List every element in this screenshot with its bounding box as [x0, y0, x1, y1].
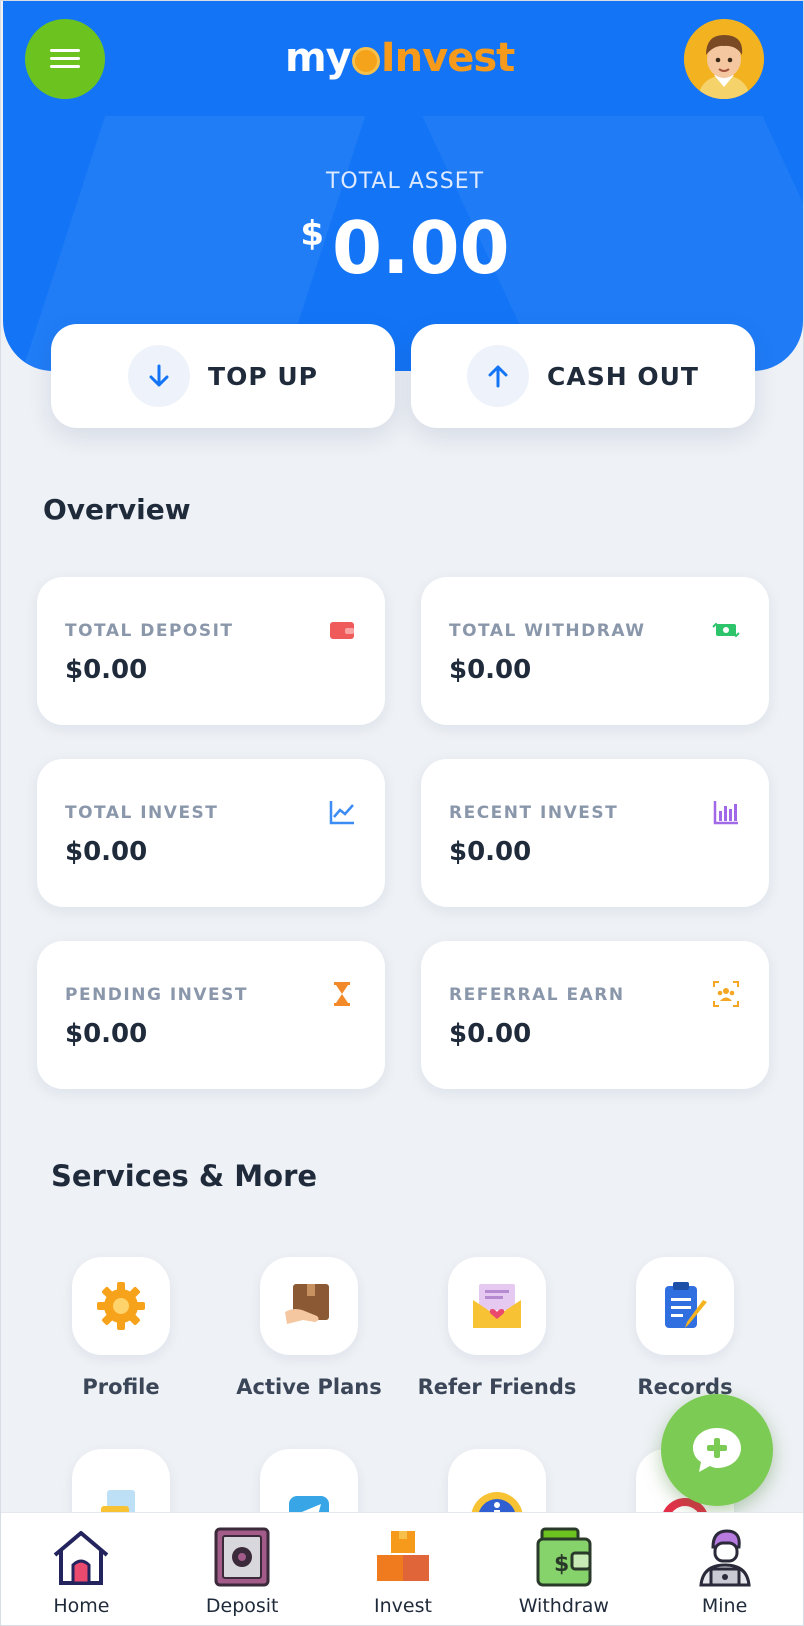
card-title: TOTAL DEPOSIT — [65, 621, 234, 641]
nav-withdraw[interactable]: $ Withdraw — [483, 1513, 644, 1625]
nav-label: Withdraw — [518, 1595, 609, 1617]
header: my Invest TOTAL ASSET $0.00 — [3, 1, 803, 371]
card-value: $0.00 — [65, 1019, 148, 1049]
logo-invest: Invest — [380, 35, 515, 81]
avatar[interactable] — [684, 19, 764, 99]
service-label: Profile — [82, 1375, 160, 1399]
clipboard-icon — [636, 1257, 734, 1355]
chat-button[interactable] — [661, 1394, 773, 1506]
services-title: Services & More — [51, 1159, 318, 1193]
arrow-up-icon — [467, 345, 530, 407]
top-up-label: TOP UP — [208, 361, 318, 391]
menu-button[interactable] — [25, 19, 105, 99]
nav-home[interactable]: Home — [1, 1513, 162, 1625]
team-icon — [713, 981, 739, 1007]
service-profile[interactable]: Profile — [31, 1257, 211, 1399]
coin-icon — [351, 47, 380, 75]
package-icon — [260, 1257, 358, 1355]
service-label: Records — [637, 1375, 733, 1399]
bar-chart-icon — [713, 801, 738, 825]
cash-out-label: CASH OUT — [547, 361, 699, 391]
envelope-heart-icon — [448, 1257, 546, 1355]
hamburger-icon — [50, 49, 80, 69]
app-frame: my Invest TOTAL ASSET $0.00 TOP UP CASH … — [0, 0, 804, 1626]
card-value: $0.00 — [449, 1019, 532, 1049]
safe-icon — [214, 1527, 270, 1587]
line-chart-icon — [329, 801, 354, 825]
card-value: $0.00 — [65, 837, 148, 867]
card-value: $0.00 — [449, 837, 532, 867]
avatar-icon — [684, 19, 764, 99]
boxes-icon — [376, 1531, 429, 1581]
total-deposit-card[interactable]: TOTAL DEPOSIT $0.00 — [37, 577, 385, 725]
nav-mine[interactable]: Mine — [644, 1513, 803, 1625]
hourglass-icon — [334, 982, 350, 1006]
nav-label: Home — [53, 1595, 110, 1617]
top-up-button[interactable]: TOP UP — [51, 324, 395, 428]
total-asset-amount: $0.00 — [3, 206, 803, 290]
card-title: REFERRAL EARN — [449, 985, 625, 1005]
chat-plus-icon — [693, 1428, 741, 1472]
svg-text:$: $ — [554, 1552, 569, 1577]
total-asset-value: 0.00 — [332, 206, 510, 290]
logo-my: my — [285, 35, 352, 81]
nav-deposit[interactable]: Deposit — [162, 1513, 323, 1625]
wallet-icon: $ — [536, 1527, 592, 1587]
user-icon — [698, 1529, 751, 1587]
gear-icon — [72, 1257, 170, 1355]
card-value: $0.00 — [65, 655, 148, 685]
referral-earn-card[interactable]: REFERRAL EARN $0.00 — [421, 941, 769, 1089]
bottom-nav: Home Deposit Invest $ Withdraw Mine — [1, 1512, 803, 1625]
card-title: TOTAL WITHDRAW — [449, 621, 646, 641]
pending-invest-card[interactable]: PENDING INVEST $0.00 — [37, 941, 385, 1089]
card-title: TOTAL INVEST — [65, 803, 219, 823]
card-title: RECENT INVEST — [449, 803, 619, 823]
service-refer-friends[interactable]: Refer Friends — [407, 1257, 587, 1399]
service-label: Active Plans — [236, 1375, 382, 1399]
nav-label: Mine — [701, 1595, 748, 1617]
nav-label: Deposit — [205, 1595, 279, 1617]
service-label: Refer Friends — [417, 1375, 577, 1399]
home-icon — [54, 1531, 109, 1585]
total-invest-card[interactable]: TOTAL INVEST $0.00 — [37, 759, 385, 907]
nav-invest[interactable]: Invest — [323, 1513, 484, 1625]
total-withdraw-card[interactable]: TOTAL WITHDRAW $0.00 — [421, 577, 769, 725]
nav-label: Invest — [374, 1595, 432, 1617]
wallet-icon — [330, 622, 354, 639]
currency-symbol: $ — [300, 214, 324, 254]
service-active-plans[interactable]: Active Plans — [219, 1257, 399, 1399]
card-value: $0.00 — [449, 655, 532, 685]
money-exchange-icon — [712, 622, 740, 638]
card-title: PENDING INVEST — [65, 985, 248, 1005]
overview-title: Overview — [43, 493, 191, 526]
total-asset-label: TOTAL ASSET — [325, 169, 485, 194]
service-records[interactable]: Records — [595, 1257, 775, 1399]
logo: my Invest — [285, 33, 515, 83]
cash-out-button[interactable]: CASH OUT — [411, 324, 755, 428]
recent-invest-card[interactable]: RECENT INVEST $0.00 — [421, 759, 769, 907]
arrow-down-icon — [128, 345, 191, 407]
